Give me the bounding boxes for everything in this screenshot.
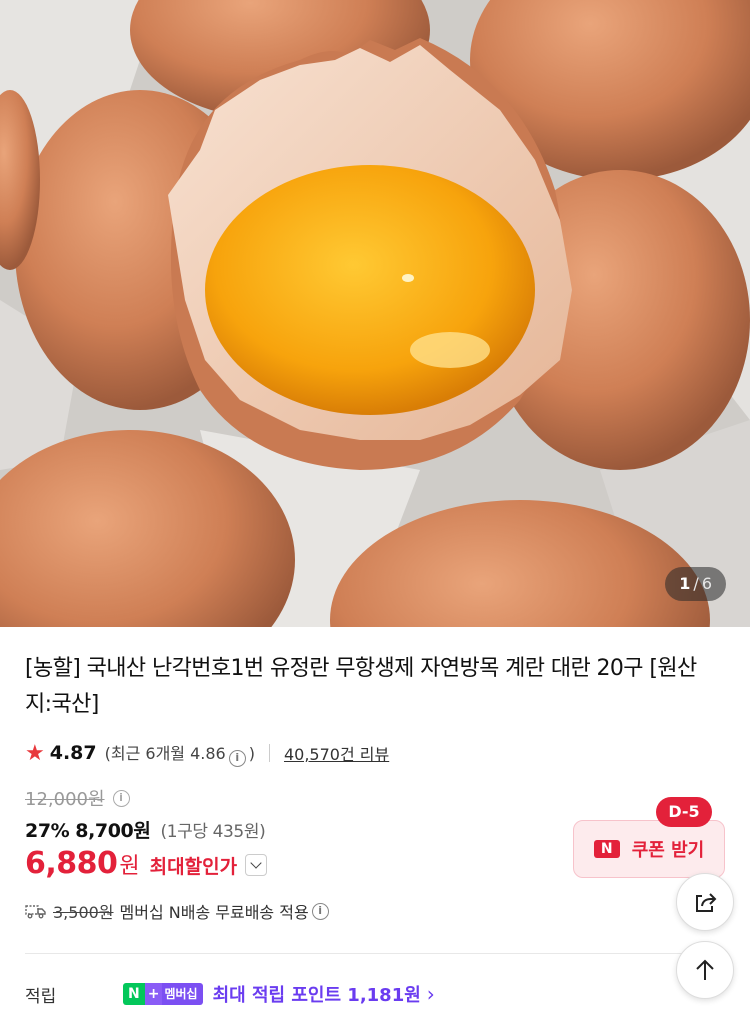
max-points-text: 최대 적립 포인트 1,181원 — [212, 985, 421, 1006]
points-label: 적립 — [25, 986, 57, 1007]
nplus-membership-badge: N + 멤버십 — [123, 983, 203, 1005]
shipping-row: 3,500원 멤버십 N배송 무료배송 적용 i — [25, 899, 332, 923]
pager-current: 1 — [679, 574, 691, 593]
original-price: 12,000원 — [25, 789, 105, 810]
coupon-download-button[interactable]: N 쿠폰 받기 — [573, 820, 725, 878]
product-photo-eggs — [0, 0, 750, 627]
divider — [268, 744, 270, 762]
coupon-label: 쿠폰 받기 — [631, 840, 705, 861]
badge-plus: + — [144, 983, 163, 1005]
product-image[interactable]: 1 / 6 — [0, 0, 750, 627]
max-discount-currency: 원 — [119, 854, 140, 879]
section-divider — [25, 953, 725, 954]
badge-membership: 멤버십 — [162, 983, 203, 1005]
image-pager: 1 / 6 — [665, 567, 726, 601]
share-icon — [696, 893, 717, 912]
recent-rating-close: ) — [248, 743, 255, 763]
recent-rating-text: (최근 6개월 4.86 — [104, 743, 226, 763]
discounted-price: 8,700원 — [75, 820, 151, 842]
badge-n: N — [123, 983, 145, 1005]
info-icon[interactable]: i — [112, 789, 130, 807]
rating-row: ★ 4.87 (최근 6개월 4.86 i) 40,570건 리뷰 — [25, 739, 389, 767]
product-title: [농할] 국내산 난각번호1번 유정란 무항생제 자연방목 계란 대란 20구 … — [25, 656, 697, 717]
naver-n-icon: N — [593, 840, 620, 858]
discount-price-row: 27% 8,700원 (1구당 435원) — [25, 816, 266, 843]
info-icon[interactable]: i — [311, 902, 329, 920]
star-icon: ★ — [25, 740, 45, 766]
max-discount-price: 6,880 — [25, 846, 118, 881]
dday-badge: D-5 — [656, 797, 712, 827]
max-discount-row: 6,880 원 최대할인가 — [25, 846, 268, 881]
arrow-up-icon — [696, 959, 714, 980]
info-icon[interactable]: i — [228, 749, 246, 767]
unit-price: (1구당 435원) — [160, 822, 266, 842]
share-button[interactable] — [676, 873, 734, 931]
recent-rating: (최근 6개월 4.86 i) — [105, 740, 255, 767]
shipping-note: 멤버십 N배송 무료배송 적용 — [119, 903, 309, 922]
truck-icon — [25, 905, 46, 919]
review-count-link[interactable]: 40,570건 리뷰 — [284, 741, 389, 765]
chevron-right-icon: › — [426, 982, 435, 1006]
rating-score: 4.87 — [49, 742, 97, 764]
pager-separator: / — [693, 574, 699, 593]
original-shipping-fee: 3,500원 — [53, 903, 114, 922]
max-discount-label: 최대할인가 — [149, 856, 238, 878]
scroll-top-button[interactable] — [676, 941, 734, 999]
pager-total: 6 — [701, 574, 712, 593]
points-row[interactable]: 적립 N + 멤버십 최대 적립 포인트 1,181원 › — [25, 981, 725, 1007]
chevron-down-icon[interactable] — [245, 854, 268, 876]
original-price-row: 12,000원 i — [25, 785, 133, 811]
discount-rate: 27% — [25, 820, 70, 842]
